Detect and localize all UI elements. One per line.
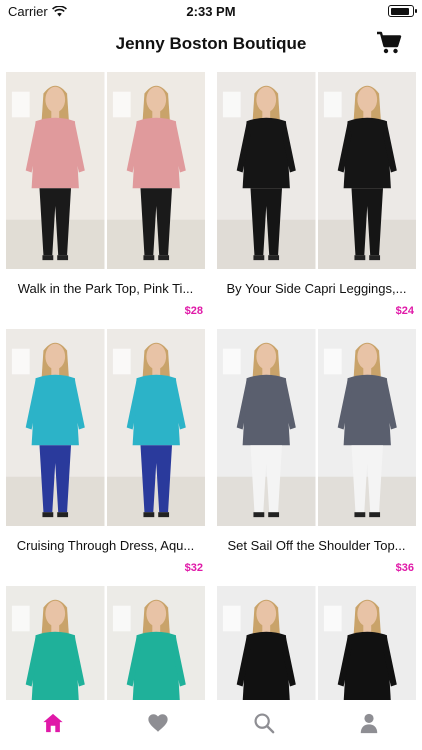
- tab-bar: [0, 700, 422, 750]
- tab-search[interactable]: [211, 700, 317, 750]
- product-image-side: [106, 329, 205, 526]
- shopping-cart-icon: [377, 31, 402, 54]
- product-image-side: [317, 586, 416, 700]
- product-card[interactable]: By Your Side Capri Leggings,... $24: [217, 72, 416, 317]
- home-icon: [43, 713, 63, 733]
- product-images: [6, 72, 205, 269]
- heart-icon: [148, 714, 168, 732]
- product-card[interactable]: Cruising Through Dress, Aqu... $32: [6, 329, 205, 574]
- product-images: [217, 586, 416, 700]
- product-image-front: [217, 586, 316, 700]
- product-image-side: [317, 72, 416, 269]
- battery-icon: [388, 5, 417, 17]
- product-images: [6, 586, 205, 700]
- product-images: [217, 329, 416, 526]
- product-name: Cruising Through Dress, Aqu...: [16, 538, 195, 553]
- product-name: Walk in the Park Top, Pink Ti...: [17, 281, 194, 296]
- page-title: Jenny Boston Boutique: [115, 34, 307, 53]
- product-grid[interactable]: Walk in the Park Top, Pink Ti... $28 By …: [6, 72, 416, 700]
- product-card[interactable]: [217, 586, 416, 700]
- product-price: $28: [184, 305, 203, 317]
- product-name: By Your Side Capri Leggings,...: [226, 281, 407, 296]
- product-image-front: [217, 72, 316, 269]
- product-images: [6, 329, 205, 526]
- product-images: [217, 72, 416, 269]
- tab-favorites[interactable]: [106, 700, 212, 750]
- product-image-side: [106, 586, 205, 700]
- tab-home[interactable]: [0, 700, 106, 750]
- product-image-front: [217, 329, 316, 526]
- product-card[interactable]: [6, 586, 205, 700]
- product-price: $32: [184, 562, 203, 574]
- product-image-front: [6, 72, 105, 269]
- product-card[interactable]: Set Sail Off the Shoulder Top... $36: [217, 329, 416, 574]
- product-image-front: [6, 586, 105, 700]
- product-image-front: [6, 329, 105, 526]
- battery-level: [390, 7, 409, 15]
- cart-button[interactable]: [376, 30, 402, 56]
- product-image-side: [106, 72, 205, 269]
- nav-bar: Jenny Boston Boutique: [0, 24, 422, 64]
- product-price: $24: [395, 305, 414, 317]
- status-bar: Carrier 2:33 PM: [0, 0, 422, 24]
- status-time: 2:33 PM: [186, 4, 236, 19]
- product-name: Set Sail Off the Shoulder Top...: [227, 538, 406, 553]
- product-image-side: [317, 329, 416, 526]
- tab-profile[interactable]: [317, 700, 422, 750]
- product-price: $36: [395, 562, 414, 574]
- product-card[interactable]: Walk in the Park Top, Pink Ti... $28: [6, 72, 205, 317]
- profile-icon: [361, 713, 378, 734]
- search-icon: [254, 713, 275, 734]
